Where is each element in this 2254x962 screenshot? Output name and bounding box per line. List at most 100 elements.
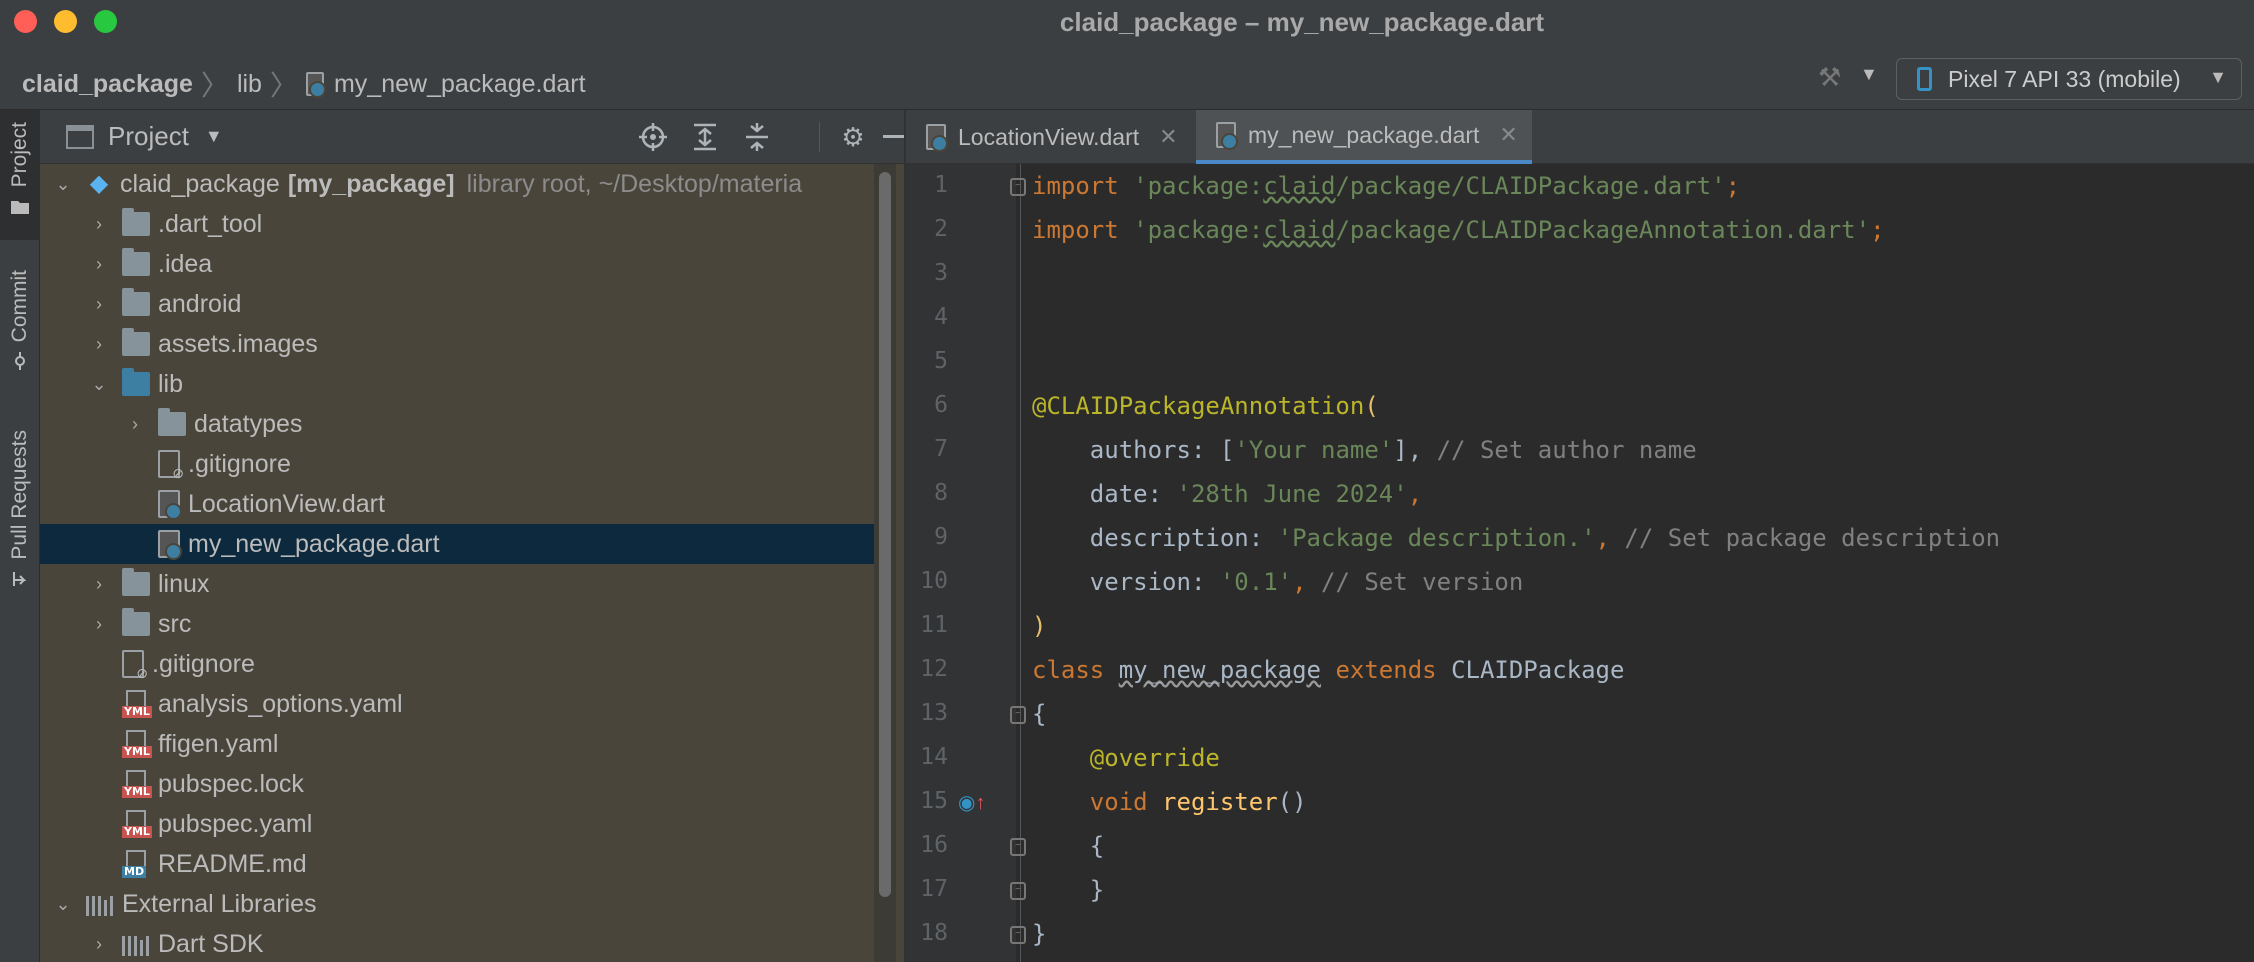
tree-item-label: pubspec.lock: [158, 769, 304, 798]
fold-marker[interactable]: −: [1010, 926, 1026, 944]
tree-item-label: .idea: [158, 249, 213, 278]
tree-item[interactable]: .gitignore: [40, 644, 874, 684]
tree-item[interactable]: › .dart_tool: [40, 204, 874, 244]
root-name: claid_package: [120, 169, 280, 198]
locate-file-button[interactable]: [636, 120, 670, 154]
chevron-down-icon[interactable]: ⌄: [90, 374, 108, 395]
chevron-down-icon: ▼: [204, 126, 223, 146]
tab-location-view[interactable]: LocationView.dart ✕: [906, 110, 1196, 164]
code-line: @override: [1089, 744, 1220, 772]
dart-file-icon: [1216, 122, 1238, 150]
line-number: 15: [920, 788, 948, 814]
tree-root[interactable]: ⌄ ◆ claid_package [my_package] library r…: [40, 164, 874, 204]
settings-button[interactable]: ⚙: [836, 120, 870, 154]
fold-marker[interactable]: −: [1010, 178, 1026, 196]
project-view-selector[interactable]: Project ▼: [66, 121, 223, 152]
line-number: 8: [934, 480, 948, 506]
pull-request-icon: [13, 571, 27, 586]
close-icon[interactable]: ✕: [1159, 124, 1177, 150]
code-line: {: [1032, 700, 1047, 728]
libraries-icon: [86, 892, 114, 916]
tree-item[interactable]: YML analysis_options.yaml: [40, 684, 874, 724]
line-number: 3: [934, 260, 948, 286]
tool-window-strip: Project Commit Pull Requests: [0, 110, 40, 962]
title-bar: claid_package – my_new_package.dart: [0, 0, 2254, 42]
tree-item-label: ffigen.yaml: [158, 729, 279, 758]
breadcrumb-lib[interactable]: lib: [237, 70, 262, 99]
tree-item[interactable]: › assets.images: [40, 324, 874, 364]
root-module: [my_package]: [287, 169, 455, 198]
tab-my-new-package[interactable]: my_new_package.dart ✕: [1196, 110, 1532, 164]
tree-item[interactable]: YML pubspec.lock: [40, 764, 874, 804]
chevron-down-icon[interactable]: ⌄: [54, 174, 72, 195]
code-editor[interactable]: [906, 164, 2254, 962]
tree-item[interactable]: ⌄ External Libraries: [40, 884, 874, 924]
root-hint: library root, ~/Desktop/materia: [466, 169, 803, 198]
project-panel-header: Project ▼ ⚙: [40, 110, 907, 164]
line-number: 11: [920, 612, 948, 638]
chevron-down-icon[interactable]: ⌄: [54, 894, 72, 915]
flutter-icon: ◆: [89, 170, 109, 197]
chevron-right-icon[interactable]: ›: [90, 254, 108, 275]
folder-icon: [122, 608, 150, 636]
project-tree: ⌄ ◆ claid_package [my_package] library r…: [40, 164, 904, 962]
tree-scrollbar[interactable]: [879, 172, 891, 897]
tree-item[interactable]: › src: [40, 604, 874, 644]
chevron-down-icon: ▼: [2209, 67, 2227, 87]
tree-item[interactable]: ⌄ lib: [40, 364, 874, 404]
tool-tab-label: Pull Requests: [8, 430, 31, 560]
code-line: ): [1032, 612, 1047, 640]
fold-marker[interactable]: −: [1010, 882, 1026, 900]
code-line: }: [1032, 920, 1047, 948]
device-selector[interactable]: Pixel 7 API 33 (mobile) ▼: [1896, 58, 2242, 100]
tree-item[interactable]: MD README.md: [40, 844, 874, 884]
breadcrumb-project[interactable]: claid_package: [22, 70, 193, 99]
tool-tab-pull-requests[interactable]: Pull Requests: [0, 430, 40, 620]
chevron-right-icon[interactable]: ›: [126, 414, 144, 435]
tool-tab-project[interactable]: Project: [0, 110, 40, 240]
tree-item[interactable]: YML pubspec.yaml: [40, 804, 874, 844]
phone-icon: [1917, 67, 1932, 91]
tree-item-label: pubspec.yaml: [158, 809, 313, 838]
line-number: 13: [920, 700, 948, 726]
line-number: 7: [934, 436, 948, 462]
tab-label: my_new_package.dart: [1248, 121, 1480, 148]
tree-item-label: lib: [158, 369, 184, 398]
line-number: 9: [934, 524, 948, 550]
collapse-all-icon: [746, 123, 768, 151]
tree-item[interactable]: › .idea: [40, 244, 874, 284]
commit-icon: [15, 352, 25, 371]
collapse-all-button[interactable]: [740, 120, 774, 154]
override-marker-icon[interactable]: ◉↑: [958, 790, 985, 815]
breadcrumb-file[interactable]: my_new_package.dart: [334, 70, 586, 99]
fold-marker[interactable]: −: [1010, 706, 1026, 724]
tree-item[interactable]: › linux: [40, 564, 874, 604]
tree-item[interactable]: .gitignore: [40, 444, 874, 484]
code-line: import 'package:claid/package/CLAIDPacka…: [1032, 172, 1741, 200]
chevron-right-icon[interactable]: ›: [90, 934, 108, 955]
tree-item-selected[interactable]: my_new_package.dart: [40, 524, 874, 564]
close-icon[interactable]: ✕: [1499, 122, 1517, 148]
tree-item[interactable]: › datatypes: [40, 404, 874, 444]
file-tag: YML: [122, 785, 152, 798]
code-line: }: [1089, 876, 1105, 904]
chevron-right-icon[interactable]: ›: [90, 334, 108, 355]
expand-all-button[interactable]: [688, 120, 722, 154]
chevron-down-icon[interactable]: ▼: [1860, 64, 1878, 85]
chevron-right-icon[interactable]: ›: [90, 294, 108, 315]
dart-file-icon: [158, 490, 182, 520]
folder-icon: [158, 408, 186, 436]
tool-tab-label: Project: [8, 122, 31, 188]
chevron-right-icon[interactable]: ›: [90, 214, 108, 235]
chevron-right-icon[interactable]: ›: [90, 574, 108, 595]
tool-tab-commit[interactable]: Commit: [0, 270, 40, 400]
tree-item[interactable]: › Dart SDK: [40, 924, 874, 962]
chevron-right-icon[interactable]: ›: [90, 614, 108, 635]
line-number: 18: [920, 920, 948, 946]
tree-item[interactable]: › android: [40, 284, 874, 324]
tree-item[interactable]: YML ffigen.yaml: [40, 724, 874, 764]
editor-tab-bar: LocationView.dart ✕ my_new_package.dart …: [906, 110, 2254, 164]
tree-item[interactable]: LocationView.dart: [40, 484, 874, 524]
build-hammer-icon[interactable]: ⚒: [1818, 62, 1848, 92]
fold-marker[interactable]: −: [1010, 838, 1026, 856]
